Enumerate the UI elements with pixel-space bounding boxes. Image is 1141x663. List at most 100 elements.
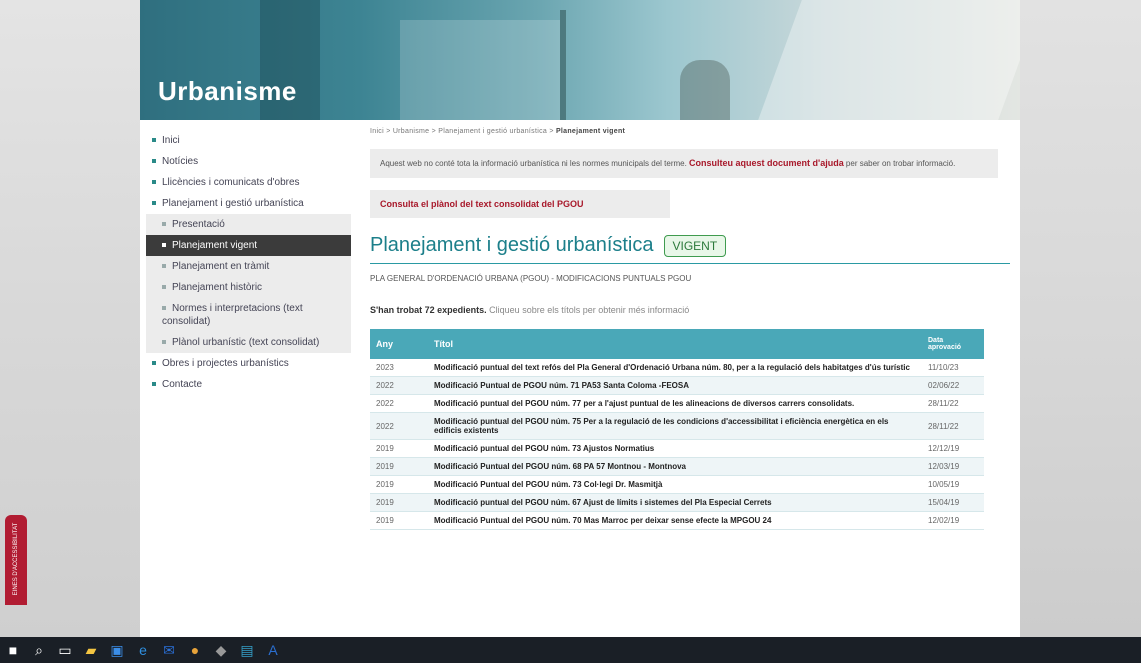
breadcrumb-trail[interactable]: Inici > Urbanisme > Planejament i gestió… xyxy=(370,128,556,135)
sidebar-item[interactable]: Planejament vigent xyxy=(146,235,351,256)
breadcrumb-current: Planejament vigent xyxy=(555,128,626,135)
row-year: 2022 xyxy=(370,394,428,413)
row-title-link[interactable]: Modificació puntual del PGOU núm. 73 Aju… xyxy=(428,439,922,458)
notice-text-2: per saber on trobar informació. xyxy=(843,159,956,168)
sidebar-item[interactable]: Llicències i comunicats d'obres xyxy=(146,172,351,193)
page-subtitle: PLA GENERAL D'ORDENACIÓ URBANA (PGOU) - … xyxy=(370,274,692,283)
expedients-table: Any Títol Data aprovació 2023 Modificació… xyxy=(370,329,984,530)
row-title-link[interactable]: Modificació Puntual del PGOU núm. 73 Col… xyxy=(428,475,922,494)
sidebar-nav: Inici Notícies Llicències i comunicats d'o… xyxy=(146,130,351,395)
row-year: 2019 xyxy=(370,475,428,494)
bullet-icon xyxy=(162,340,166,345)
row-year: 2019 xyxy=(370,511,428,530)
bullet-icon xyxy=(162,306,166,311)
row-year: 2022 xyxy=(370,376,428,395)
row-date: 28/11/22 xyxy=(922,412,984,440)
row-title-link[interactable]: Modificació puntual del PGOU núm. 75 Per… xyxy=(428,412,922,440)
sidebar-item[interactable]: Planejament i gestió urbanística xyxy=(146,193,351,214)
heading-row: Planejament i gestió urbanística VIGENT xyxy=(370,234,1010,264)
edge-icon[interactable]: e xyxy=(130,637,156,663)
table-row[interactable]: 2023 Modificació puntual del text refós d… xyxy=(370,359,984,377)
table-header-row: Any Títol Data aprovació xyxy=(370,329,984,359)
file-explorer-icon[interactable]: ▰ xyxy=(78,637,104,663)
row-date: 02/06/22 xyxy=(922,376,984,395)
mail-icon[interactable]: ✉ xyxy=(156,637,182,663)
store-icon[interactable]: ▣ xyxy=(104,637,130,663)
sidebar-item[interactable]: Notícies xyxy=(146,151,351,172)
row-date: 12/12/19 xyxy=(922,439,984,458)
table-row[interactable]: 2019 Modificació puntual del PGOU núm. 73… xyxy=(370,439,984,458)
sidebar-item[interactable]: Plànol urbanístic (text consolidat) xyxy=(146,332,351,353)
row-title-link[interactable]: Modificació puntual del PGOU núm. 67 Aju… xyxy=(428,493,922,512)
site-title[interactable]: Urbanisme xyxy=(158,76,297,107)
sidebar-item[interactable]: Presentació xyxy=(146,214,351,235)
sidebar-item[interactable]: Obres i projectes urbanístics xyxy=(146,353,351,374)
result-count-bold: S'han trobat 72 expedients. xyxy=(370,305,487,315)
header-banner: Urbanisme xyxy=(140,0,1020,120)
task-view-icon[interactable]: ▭ xyxy=(52,637,78,663)
sidebar-item-label: Planejament en tràmit xyxy=(172,261,270,272)
sidebar-item[interactable]: Normes i interpretacions (text consolida… xyxy=(146,298,351,332)
row-title-link[interactable]: Modificació Puntual del PGOU núm. 70 Mas… xyxy=(428,511,922,530)
sidebar-item[interactable]: Planejament històric xyxy=(146,277,351,298)
row-title-link[interactable]: Modificació puntual del text refós del P… xyxy=(428,359,922,377)
sidebar-item[interactable]: Planejament en tràmit xyxy=(146,256,351,277)
row-title-link[interactable]: Modificació Puntual del PGOU núm. 68 PA … xyxy=(428,457,922,476)
column-header-date[interactable]: Data aprovació xyxy=(922,329,984,359)
banner-shape xyxy=(758,0,1020,120)
column-header-year[interactable]: Any xyxy=(370,329,428,359)
row-year: 2019 xyxy=(370,493,428,512)
sidebar-item-label: Normes i interpretacions (text consolida… xyxy=(162,303,303,327)
sidebar-item-label: Obres i projectes urbanístics xyxy=(162,358,289,369)
app-icon-3[interactable]: A xyxy=(260,637,286,663)
row-date: 11/10/23 xyxy=(922,359,984,377)
row-date: 10/05/19 xyxy=(922,475,984,494)
sidebar-item-label: Llicències i comunicats d'obres xyxy=(162,177,300,188)
main-content: Inici > Urbanisme > Planejament i gestió… xyxy=(370,128,1010,530)
app-icon[interactable]: ◆ xyxy=(208,637,234,663)
bullet-icon xyxy=(152,361,156,366)
bullet-icon xyxy=(162,285,166,290)
row-date: 15/04/19 xyxy=(922,493,984,512)
table-row[interactable]: 2019 Modificació Puntual del PGOU núm. 70… xyxy=(370,511,984,530)
row-title-link[interactable]: Modificació Puntual de PGOU núm. 71 PA53… xyxy=(428,376,922,395)
table-row[interactable]: 2019 Modificació Puntual del PGOU núm. 73… xyxy=(370,475,984,494)
row-date: 12/02/19 xyxy=(922,511,984,530)
sidebar-item[interactable]: Inici xyxy=(146,130,351,151)
app-icon-2[interactable]: ▤ xyxy=(234,637,260,663)
result-count: S'han trobat 72 expedients. Cliqueu sobr… xyxy=(370,305,1010,315)
sidebar-item-label: Presentació xyxy=(172,219,225,230)
accessibility-tools-tab[interactable]: EINES D'ACCESSIBILITAT xyxy=(5,515,27,605)
sidebar-item-label: Planejament i gestió urbanística xyxy=(162,198,304,209)
windows-taskbar: ■ ⌕ ▭ ▰ ▣ e ✉ ● ◆ ▤ A xyxy=(0,637,1141,663)
sidebar-item-label: Inici xyxy=(162,135,180,146)
table-row[interactable]: 2022 Modificació Puntual de PGOU núm. 71 … xyxy=(370,376,984,395)
table-row[interactable]: 2019 Modificació puntual del PGOU núm. 67… xyxy=(370,493,984,512)
bullet-icon xyxy=(152,180,156,185)
row-year: 2019 xyxy=(370,457,428,476)
column-header-title[interactable]: Títol xyxy=(428,329,922,359)
row-year: 2023 xyxy=(370,359,428,377)
notice-text: Aquest web no conté tota la informació u… xyxy=(380,159,690,168)
sidebar-item-label: Notícies xyxy=(162,156,199,167)
help-document-link[interactable]: Consulteu aquest document d'ajuda xyxy=(689,158,844,168)
row-title-link[interactable]: Modificació puntual del PGOU núm. 77 per… xyxy=(428,394,922,413)
sidebar-item-label: Plànol urbanístic (text consolidat) xyxy=(172,337,320,348)
sidebar-item[interactable]: Contacte xyxy=(146,374,351,395)
chrome-icon[interactable]: ● xyxy=(182,637,208,663)
accessibility-tools-label: EINES D'ACCESSIBILITAT xyxy=(13,522,19,596)
sidebar-item-label: Planejament històric xyxy=(172,282,263,293)
breadcrumb: Inici > Urbanisme > Planejament i gestió… xyxy=(370,128,1010,135)
sidebar-item-label: Contacte xyxy=(162,379,203,390)
table-row[interactable]: 2019 Modificació Puntual del PGOU núm. 68… xyxy=(370,457,984,476)
bullet-icon xyxy=(152,382,156,387)
result-count-hint: Cliqueu sobre els títols per obtenir més… xyxy=(486,305,690,315)
sidebar-item-label: Planejament vigent xyxy=(172,240,258,251)
table-row[interactable]: 2022 Modificació puntual del PGOU núm. 75… xyxy=(370,412,984,440)
windows-start-icon[interactable]: ■ xyxy=(0,637,26,663)
row-year: 2019 xyxy=(370,439,428,458)
consult-plan-link[interactable]: Consulta el plànol del text consolidat d… xyxy=(370,190,670,218)
row-date: 12/03/19 xyxy=(922,457,984,476)
table-row[interactable]: 2022 Modificació puntual del PGOU núm. 77… xyxy=(370,394,984,413)
search-icon[interactable]: ⌕ xyxy=(26,637,52,663)
